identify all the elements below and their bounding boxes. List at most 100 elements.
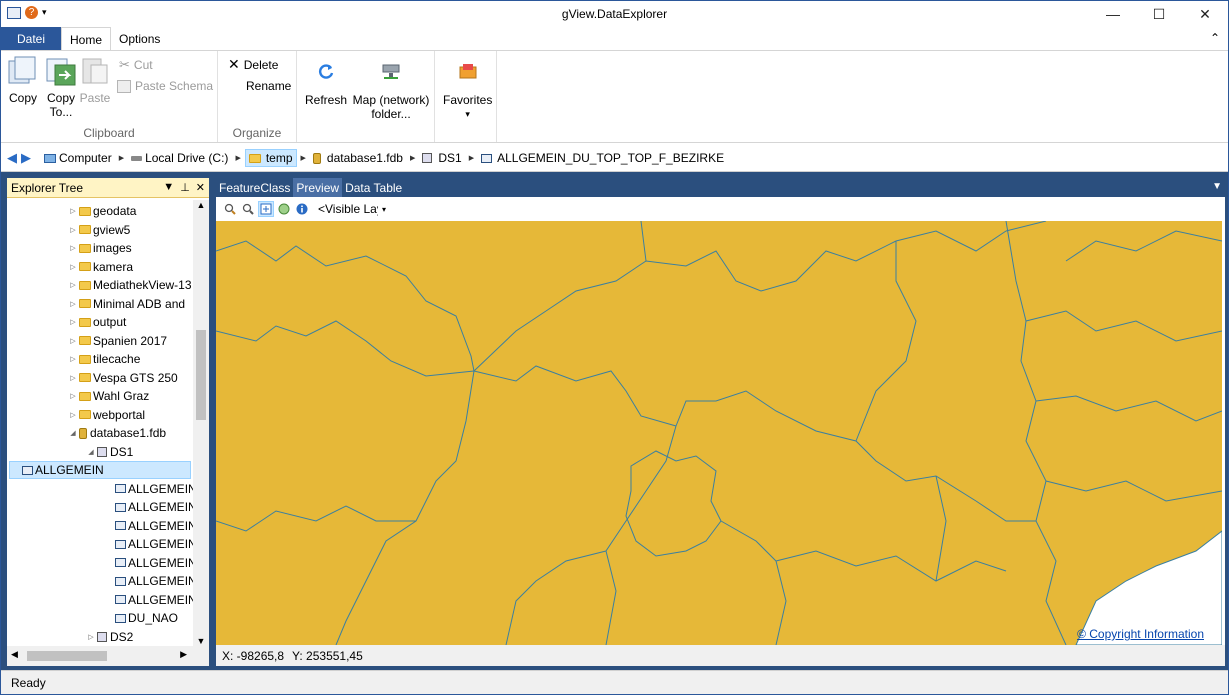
breadcrumb-computer[interactable]: Computer bbox=[41, 150, 115, 166]
paste-button[interactable]: Paste bbox=[79, 55, 111, 105]
tab-data-table[interactable]: Data Table bbox=[342, 178, 405, 197]
maximize-button[interactable]: ☐ bbox=[1136, 1, 1182, 27]
expand-arrow-icon[interactable]: ▷ bbox=[67, 318, 79, 326]
refresh-button[interactable]: Refresh bbox=[305, 61, 347, 107]
tree-node-folder[interactable]: ▷ output bbox=[67, 313, 126, 331]
collapse-arrow-icon[interactable]: ◢ bbox=[67, 429, 79, 437]
pan-icon[interactable] bbox=[258, 201, 274, 217]
tab-featureclass[interactable]: FeatureClass bbox=[216, 178, 293, 197]
close-button[interactable]: ✕ bbox=[1182, 1, 1228, 27]
info-icon[interactable] bbox=[294, 201, 310, 217]
expand-arrow-icon[interactable]: ▷ bbox=[67, 374, 79, 382]
tree-node-folder[interactable]: ▷ images bbox=[67, 239, 132, 257]
tree-node-label: Minimal ADB and bbox=[93, 296, 186, 311]
expand-arrow-icon[interactable]: ▷ bbox=[67, 226, 79, 234]
tree-node-database[interactable]: ◢ database1.fdb bbox=[67, 424, 166, 442]
paste-schema-button[interactable]: Paste Schema bbox=[117, 79, 213, 93]
tree-node-dataset[interactable]: ▷ DS2 bbox=[85, 628, 133, 646]
pin-icon[interactable]: ⊥ bbox=[180, 181, 190, 194]
chevron-down-icon[interactable]: ▾ bbox=[382, 205, 386, 214]
folder-icon bbox=[79, 336, 91, 345]
tree-node-featureclass[interactable]: ALLGEMEIN bbox=[103, 591, 193, 609]
tree-node-featureclass[interactable]: ALLGEMEIN bbox=[103, 554, 193, 572]
expand-arrow-icon[interactable]: ▷ bbox=[67, 411, 79, 419]
tree-node-folder[interactable]: ▷ Minimal ADB and bbox=[67, 295, 185, 313]
tree-node-folder[interactable]: ▷ webportal bbox=[67, 406, 145, 424]
expand-arrow-icon[interactable]: ▷ bbox=[67, 337, 79, 345]
breadcrumb-local-drive[interactable]: Local Drive (C:) bbox=[128, 150, 231, 166]
tree-node-label: images bbox=[93, 241, 132, 255]
rename-button[interactable]: Rename bbox=[246, 79, 291, 93]
copy-button[interactable]: Copy bbox=[7, 55, 39, 105]
favorites-button[interactable]: Favorites ▾ bbox=[443, 61, 492, 121]
scroll-left-icon[interactable]: ◀ bbox=[11, 649, 18, 660]
tab-datei[interactable]: Datei bbox=[1, 27, 61, 51]
document-tabs: FeatureClass Preview Data Table bbox=[216, 178, 1225, 197]
tab-preview[interactable]: Preview bbox=[293, 178, 343, 197]
panel-menu-icon[interactable]: ▼ bbox=[163, 181, 174, 194]
tree-node-folder[interactable]: ▷ tilecache bbox=[67, 350, 140, 368]
expand-arrow-icon[interactable]: ▷ bbox=[85, 633, 97, 641]
tree-vertical-scrollbar[interactable]: ▲ ▼ bbox=[193, 200, 209, 646]
expand-arrow-icon[interactable]: ▷ bbox=[67, 300, 79, 308]
document-panel-menu-icon[interactable]: ▼ bbox=[1212, 181, 1222, 192]
tree-node-featureclass[interactable]: ALLGEMEIN bbox=[9, 461, 191, 479]
scroll-thumb[interactable] bbox=[196, 330, 206, 420]
tree-node-featureclass[interactable]: ALLGEMEIN bbox=[103, 480, 193, 498]
breadcrumb-separator-icon[interactable]: ▶ bbox=[301, 154, 306, 162]
zoom-out-icon[interactable] bbox=[240, 201, 256, 217]
tree-node-featureclass[interactable]: ALLGEMEIN bbox=[103, 498, 193, 516]
layer-combo[interactable]: <Visible Lay ▾ bbox=[316, 200, 388, 218]
scroll-right-icon[interactable]: ▶ bbox=[180, 649, 187, 660]
tree-node-dataset[interactable]: ◢ DS1 bbox=[85, 443, 133, 461]
tree-node-featureclass[interactable]: ALLGEMEIN bbox=[103, 572, 193, 590]
tree-node-featureclass[interactable]: DU_NAO bbox=[103, 609, 178, 627]
copy-to-button[interactable]: Copy To... bbox=[43, 55, 79, 119]
scroll-down-icon[interactable]: ▼ bbox=[193, 636, 209, 646]
full-extent-icon[interactable] bbox=[276, 201, 292, 217]
tree-node-label: Spanien 2017 bbox=[93, 333, 168, 348]
tree-node-folder[interactable]: ▷ Wahl Graz bbox=[67, 387, 149, 405]
tree-node-featureclass[interactable]: ALLGEMEIN bbox=[103, 517, 193, 535]
breadcrumb-featureclass[interactable]: ALLGEMEIN_DU_TOP_TOP_F_BEZIRKE bbox=[478, 150, 727, 166]
tree-node-folder[interactable]: ▷ Spanien 2017 bbox=[67, 332, 167, 350]
zoom-in-icon[interactable] bbox=[222, 201, 238, 217]
tree-node-featureclass[interactable]: ALLGEMEIN bbox=[103, 535, 193, 553]
tree-horizontal-scrollbar[interactable]: ◀ ▶ bbox=[7, 646, 209, 666]
hscroll-thumb[interactable] bbox=[27, 651, 107, 661]
cut-button[interactable]: ✂ Cut bbox=[119, 57, 153, 73]
delete-button[interactable]: ✕ Delete bbox=[228, 56, 278, 73]
map-preview[interactable]: © Copyright Information bbox=[216, 221, 1222, 645]
breadcrumb-database[interactable]: database1.fdb bbox=[310, 150, 406, 166]
tree-node-folder[interactable]: ▷ kamera bbox=[67, 258, 133, 276]
expand-arrow-icon[interactable]: ▷ bbox=[67, 281, 79, 289]
tree-node-folder[interactable]: ▷ geodata bbox=[67, 202, 136, 220]
tree-node-folder[interactable]: ▷ MediathekView-13 bbox=[67, 276, 191, 294]
tab-home[interactable]: Home bbox=[61, 27, 112, 51]
tree-node-label: output bbox=[93, 315, 127, 329]
expand-arrow-icon[interactable]: ▷ bbox=[67, 244, 79, 252]
expand-arrow-icon[interactable]: ▷ bbox=[67, 392, 79, 400]
forward-arrow-icon[interactable]: ▶ bbox=[21, 150, 31, 166]
dataset-icon bbox=[97, 631, 107, 642]
breadcrumb-separator-icon[interactable]: ▶ bbox=[410, 154, 415, 162]
panel-close-icon[interactable]: ✕ bbox=[196, 181, 205, 194]
copyright-link[interactable]: © Copyright Information bbox=[1077, 627, 1204, 641]
expand-arrow-icon[interactable]: ▷ bbox=[67, 263, 79, 271]
ribbon-collapse-icon[interactable]: ⌃ bbox=[1210, 31, 1220, 45]
minimize-button[interactable]: — bbox=[1090, 1, 1136, 27]
breadcrumb-separator-icon[interactable]: ▶ bbox=[235, 154, 240, 162]
expand-arrow-icon[interactable]: ▷ bbox=[67, 207, 79, 215]
tab-options[interactable]: Options bbox=[111, 27, 168, 51]
collapse-arrow-icon[interactable]: ◢ bbox=[85, 448, 97, 456]
breadcrumb-ds1[interactable]: DS1 bbox=[419, 150, 464, 166]
tree-node-folder[interactable]: ▷ gview5 bbox=[67, 221, 130, 239]
scroll-up-icon[interactable]: ▲ bbox=[193, 200, 209, 210]
map-network-folder-button[interactable]: Map (network) folder... bbox=[351, 61, 431, 121]
breadcrumb-separator-icon[interactable]: ▶ bbox=[469, 154, 474, 162]
back-arrow-icon[interactable]: ◀ bbox=[7, 150, 17, 166]
breadcrumb-temp[interactable]: temp bbox=[244, 149, 297, 167]
tree-node-folder[interactable]: ▷ Vespa GTS 250 bbox=[67, 369, 177, 387]
breadcrumb-separator-icon[interactable]: ▶ bbox=[119, 154, 124, 162]
expand-arrow-icon[interactable]: ▷ bbox=[67, 355, 79, 363]
